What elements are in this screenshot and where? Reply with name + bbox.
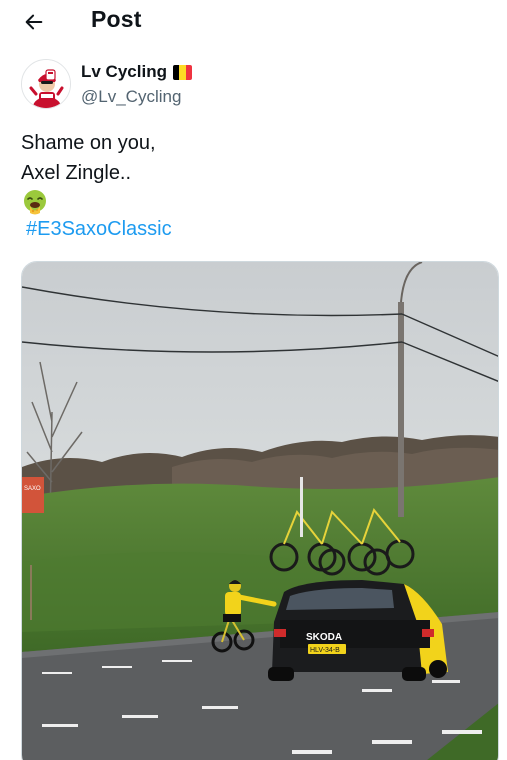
post-line-2: Axel Zingle.. <box>21 162 132 184</box>
page-title: Post <box>91 6 142 32</box>
post-text: Shame on you, Axel Zingle.. <box>21 128 156 188</box>
arrow-left-icon <box>25 14 43 30</box>
hashtag-link[interactable]: #E3SaxoClassic <box>26 218 172 241</box>
post-line-1: Shame on you, <box>21 132 156 154</box>
author-handle[interactable]: @Lv_Cycling <box>81 87 181 107</box>
top-bar: Post <box>0 0 507 44</box>
face-vomiting-emoji <box>22 189 48 215</box>
video-media[interactable]: SAXO SKODA HLV-34-B <box>21 261 499 760</box>
post-author: Lv Cycling @Lv_Cycling <box>21 58 491 110</box>
flag-stripe-red <box>185 64 192 80</box>
svg-text:SAXO: SAXO <box>24 486 41 492</box>
author-name[interactable]: Lv Cycling <box>81 62 192 82</box>
avatar[interactable] <box>21 59 71 109</box>
license-plate: HLV-34-B <box>310 647 340 654</box>
car-brand-text: SKODA <box>306 632 342 643</box>
back-button[interactable] <box>14 6 54 38</box>
author-name-text: Lv Cycling <box>81 62 167 81</box>
belgium-flag-icon <box>172 64 192 80</box>
